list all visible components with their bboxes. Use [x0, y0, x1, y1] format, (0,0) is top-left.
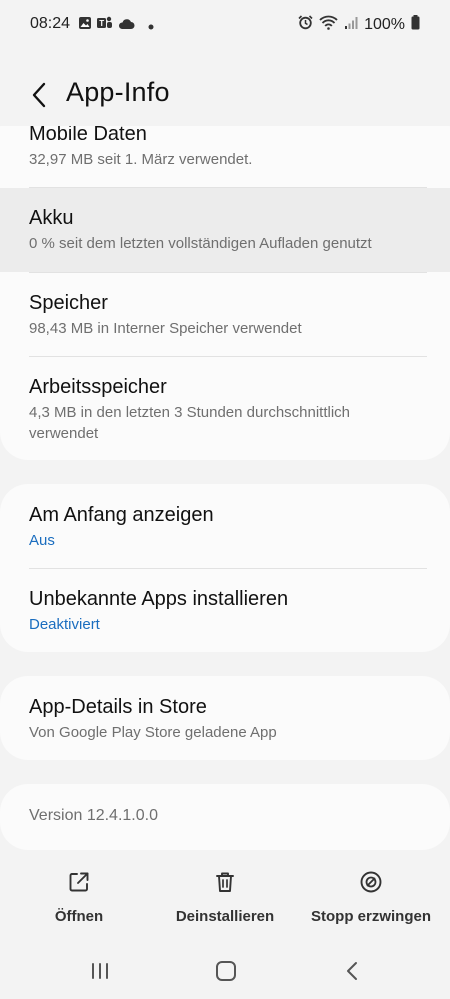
- status-notification-icons: T: [78, 16, 154, 35]
- wifi-icon: [319, 15, 338, 35]
- back-arrow-icon: [32, 82, 46, 108]
- nav-back-button[interactable]: [332, 958, 372, 984]
- svg-text:T: T: [99, 19, 104, 28]
- uninstall-button[interactable]: Deinstallieren: [170, 870, 280, 925]
- unknown-apps-title: Unbekannte Apps installieren: [29, 588, 289, 610]
- memory-row[interactable]: Arbeitsspeicher 4,3 MB in den letzten 3 …: [0, 357, 450, 460]
- appear-on-top-row[interactable]: Am Anfang anzeigen Aus: [0, 484, 450, 568]
- open-button[interactable]: Öffnen: [40, 870, 118, 925]
- home-button[interactable]: [206, 958, 246, 984]
- recents-button[interactable]: [80, 958, 120, 984]
- usage-card: Mobile Daten 32,97 MB seit 1. März verwe…: [0, 100, 450, 460]
- memory-subtitle-line1: 4,3 MB in den letzten 3 Stunden durchsch…: [29, 404, 351, 421]
- nav-back-icon: [347, 962, 357, 980]
- home-icon: [216, 961, 236, 981]
- battery-title: Akku: [29, 207, 74, 229]
- status-time: 08:24: [30, 15, 71, 32]
- appear-on-top-value: Aus: [29, 532, 55, 549]
- cloud-icon: [118, 17, 135, 35]
- uninstall-label: Deinstallieren: [175, 908, 275, 925]
- version-text: Version 12.4.1.0.0: [29, 807, 158, 824]
- version-card: Version 12.4.1.0.0: [0, 784, 450, 850]
- force-stop-button[interactable]: Stopp erzwingen: [308, 870, 434, 925]
- mobile-data-subtitle: 32,97 MB seit 1. März verwendet.: [29, 151, 253, 168]
- force-stop-label: Stopp erzwingen: [311, 908, 431, 925]
- store-card: App-Details in Store Von Google Play Sto…: [0, 676, 450, 760]
- open-external-icon: [69, 872, 89, 892]
- open-label: Öffnen: [54, 908, 104, 925]
- alarm-icon: [298, 15, 313, 35]
- unknown-apps-value: Deaktiviert: [29, 616, 100, 633]
- bottom-action-bar: Öffnen Deinstallieren Stopp erzwingen: [0, 860, 450, 955]
- back-button-overlay[interactable]: [22, 78, 56, 112]
- page-title-overlay: App-Info: [66, 77, 170, 107]
- storage-subtitle: 98,43 MB in Interner Speicher verwendet: [29, 320, 302, 337]
- trash-icon: [216, 872, 234, 892]
- signal-icon: [344, 16, 358, 35]
- teams-icon: T: [97, 16, 113, 35]
- dot-icon: [148, 17, 154, 35]
- status-bar: 08:24 T 100%: [0, 0, 450, 50]
- appear-on-top-title: Am Anfang anzeigen: [29, 504, 214, 526]
- battery-icon: [411, 15, 420, 35]
- battery-percentage: 100%: [364, 16, 405, 33]
- memory-subtitle-line2: verwendet: [29, 425, 99, 442]
- recents-icon: [92, 963, 108, 979]
- battery-row[interactable]: Akku 0 % seit dem letzten vollständigen …: [0, 188, 450, 272]
- stop-icon: [360, 871, 382, 893]
- status-system-icons: 100%: [298, 15, 420, 35]
- battery-subtitle: 0 % seit dem letzten vollständigen Aufla…: [29, 235, 372, 252]
- storage-row[interactable]: Speicher 98,43 MB in Interner Speicher v…: [0, 273, 450, 356]
- store-details-row[interactable]: App-Details in Store Von Google Play Sto…: [0, 676, 450, 760]
- gallery-icon: [78, 16, 92, 35]
- storage-title: Speicher: [29, 292, 108, 314]
- memory-title: Arbeitsspeicher: [29, 376, 167, 398]
- header-overlay: App-Info: [0, 60, 450, 130]
- unknown-apps-row[interactable]: Unbekannte Apps installieren Deaktiviert: [0, 569, 450, 652]
- store-details-title: App-Details in Store: [29, 696, 207, 718]
- settings-card: Am Anfang anzeigen Aus Unbekannte Apps i…: [0, 484, 450, 652]
- store-details-subtitle: Von Google Play Store geladene App: [29, 724, 277, 741]
- navigation-bar: [0, 950, 450, 995]
